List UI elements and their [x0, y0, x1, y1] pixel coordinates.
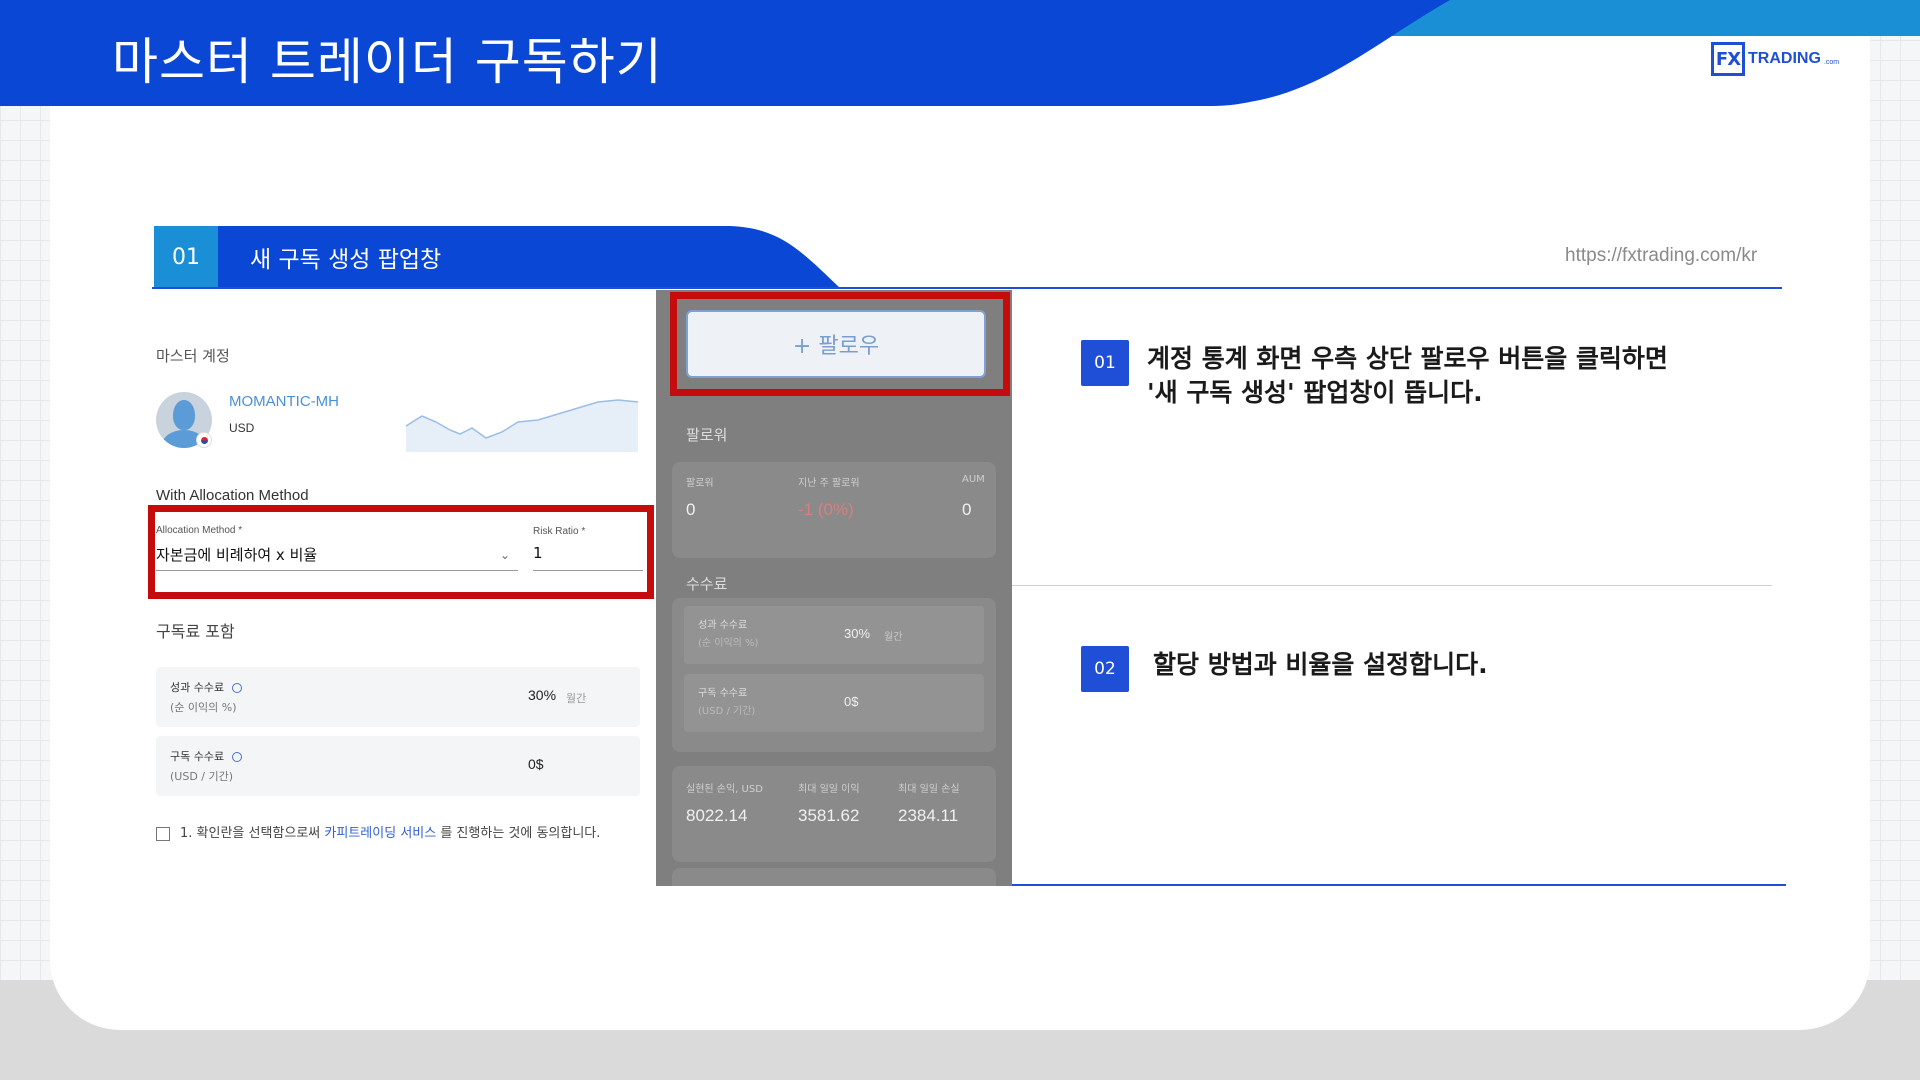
allocation-heading: With Allocation Method [156, 487, 309, 504]
subscription-fee-card: 구독 수수료 (USD / 기간) 0$ [684, 674, 984, 732]
info-icon[interactable] [232, 752, 243, 762]
followers-count: 0 [686, 500, 696, 519]
performance-fee-card: 성과 수수료 (순 이익의 %) 30% 월간 [156, 667, 640, 727]
section-top-rule [152, 287, 1782, 289]
realized-pnl: 8022.14 [686, 806, 748, 825]
stats-panel: 실현된 손익, USD 최대 일일 이익 최대 일일 손실 8022.14 35… [672, 766, 996, 862]
followers-heading: 팔로워 [686, 426, 728, 444]
performance-fee-sub: (순 이익의 %) [170, 701, 237, 714]
allocation-highlight-box [148, 505, 654, 599]
subscription-fee-value: 0$ [528, 756, 544, 772]
copy-trading-service-link[interactable]: 카피트레이딩 서비스 [324, 826, 436, 841]
master-currency: USD [229, 421, 255, 435]
note-01-badge: 01 [1081, 340, 1129, 386]
followers-last-week: -1 (0%) [798, 500, 854, 519]
max-daily-loss: 2384.11 [898, 806, 959, 825]
performance-fee-card: 성과 수수료 (순 이익의 %) 30% 월간 [684, 606, 984, 664]
followers-panel: 팔로워 지난 주 팔로워 AUM 0 -1 (0%) 0 [672, 462, 996, 558]
section-title: 새 구독 생성 팝업창 [250, 247, 442, 273]
subscription-fee-title: 구독 수수료 [170, 750, 225, 763]
note-01-text: 계정 통계 화면 우측 상단 팔로우 버튼을 클릭하면 '새 구독 생성' 팝업… [1147, 344, 1668, 407]
performance-fee-unit: 월간 [566, 692, 587, 705]
follow-highlight-box [670, 292, 1010, 396]
korea-flag-icon [196, 432, 212, 448]
consent-checkbox[interactable] [156, 827, 170, 841]
note-02-badge: 02 [1081, 646, 1129, 692]
fees-panel: 성과 수수료 (순 이익의 %) 30% 월간 구독 수수료 (USD / 기간… [672, 598, 996, 752]
section-number: 01 [172, 244, 200, 270]
notes-divider [1012, 585, 1772, 586]
max-daily-profit: 3581.62 [798, 806, 860, 825]
master-account-label: 마스터 계정 [156, 347, 230, 365]
subscription-fee-card: 구독 수수료 (USD / 기간) 0$ [156, 736, 640, 796]
master-name[interactable]: MOMANTIC-MH [229, 393, 339, 410]
performance-fee-value: 30% [528, 687, 557, 703]
subscription-fee-sub: (USD / 기간) [170, 770, 234, 783]
performance-sparkline [405, 399, 639, 452]
section-url: https://fxtrading.com/kr [1565, 245, 1758, 266]
performance-fee-title: 성과 수수료 [170, 681, 225, 694]
info-icon[interactable] [232, 683, 243, 693]
consent-text: 1. 확인란을 선택함으로써 카피트레이딩 서비스 를 진행하는 것에 동의합니… [180, 826, 601, 841]
fees-heading: 구독료 포함 [156, 622, 235, 641]
note-02-text: 할당 방법과 비율을 설정합니다. [1153, 650, 1488, 679]
aum-value: 0 [962, 500, 972, 519]
